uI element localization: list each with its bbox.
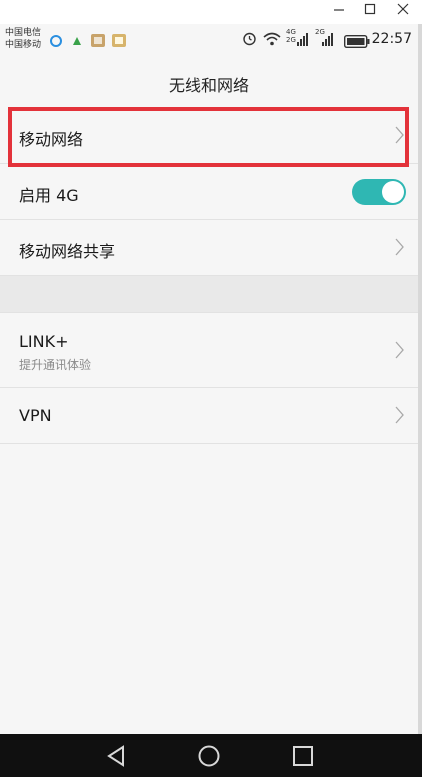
section-divider	[0, 276, 418, 313]
chevron-right-icon	[395, 341, 404, 363]
page-title: 无线和网络	[168, 76, 249, 95]
carrier-1: 中国电信	[5, 28, 42, 38]
chevron-right-icon	[395, 406, 404, 428]
maximize-icon[interactable]	[359, 3, 381, 21]
signal-1-icon	[297, 31, 309, 50]
alarm-icon	[242, 31, 257, 50]
toggle-knob	[382, 181, 404, 203]
highlight-box	[8, 107, 409, 167]
enable-4g-toggle[interactable]	[352, 179, 406, 205]
link-plus-label: LINK+	[19, 332, 69, 351]
app-notification-icon	[71, 32, 83, 51]
settings-item-link-plus[interactable]: LINK+ 提升通讯体验	[0, 313, 418, 388]
recents-icon[interactable]	[288, 742, 318, 770]
photo-app-icon	[112, 32, 126, 51]
vpn-label: VPN	[19, 406, 52, 425]
tethering-label: 移动网络共享	[19, 242, 116, 261]
settings-item-vpn[interactable]: VPN	[0, 388, 418, 444]
window-edge	[418, 24, 422, 734]
carrier-labels: 中国电信 中国移动	[5, 27, 41, 51]
status-time: 22:57	[371, 31, 412, 47]
wifi-icon	[263, 31, 281, 50]
network-type-labels: 4G 2G	[286, 28, 296, 44]
close-icon[interactable]	[392, 3, 414, 21]
chevron-right-icon	[395, 238, 404, 260]
back-icon[interactable]	[101, 742, 131, 770]
navigation-bar	[0, 734, 422, 777]
enable-4g-label: 启用 4G	[19, 186, 79, 205]
carrier-2: 中国移动	[5, 40, 42, 50]
link-plus-subtitle: 提升通讯体验	[19, 358, 92, 372]
phone-screen: 中国电信 中国移动 4G 2G 2G 22:57 无线和网络 移动网络 启用 4…	[0, 24, 418, 734]
battery-icon	[343, 33, 370, 52]
home-icon[interactable]	[194, 742, 224, 770]
browser-app-icon	[50, 32, 62, 51]
window-titlebar	[0, 0, 422, 24]
settings-item-tethering[interactable]: 移动网络共享	[0, 220, 418, 276]
status-bar: 中国电信 中国移动 4G 2G 2G 22:57	[0, 24, 418, 56]
network-4g-label: 4G	[286, 28, 296, 36]
signal-2-icon	[322, 31, 334, 50]
network-2g-label: 2G	[286, 36, 296, 44]
minimize-icon[interactable]	[328, 3, 350, 21]
gallery-app-icon	[91, 32, 105, 51]
settings-item-enable-4g: 启用 4G	[0, 164, 418, 220]
